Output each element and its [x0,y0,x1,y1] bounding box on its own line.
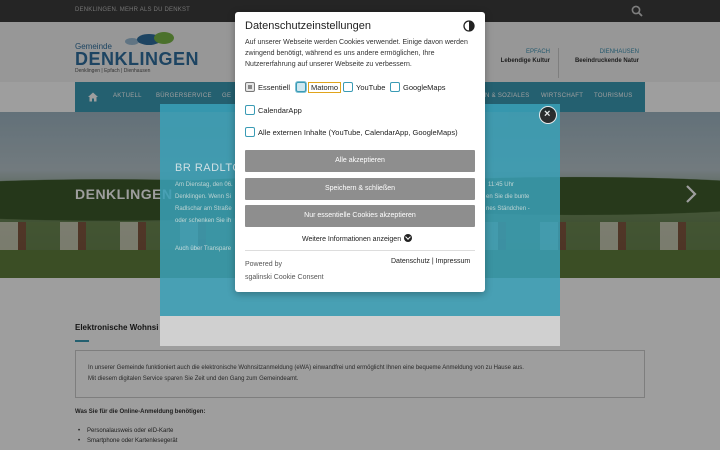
more-info-label: Weitere Informationen anzeigen [302,236,402,243]
news-modal-text: 11:45 Uhr [488,182,514,188]
news-modal-text: nes Ständchen - [486,206,530,212]
divider [245,250,475,251]
checkbox-box[interactable] [245,105,255,115]
checkbox-label[interactable]: YouTube [356,83,385,92]
checkbox-box[interactable] [343,82,353,92]
checkbox-label[interactable]: CalendarApp [258,106,302,115]
close-icon: × [544,108,551,120]
accept-all-button[interactable]: Alle akzeptieren [245,150,475,172]
checkbox-label[interactable]: GoogleMaps [403,83,446,92]
checkbox-box[interactable] [390,82,400,92]
dialog-description: Auf unserer Webseite werden Cookies verw… [245,39,468,68]
contrast-toggle-icon[interactable] [463,20,475,32]
checkbox-box [245,82,255,92]
dialog-title: Datenschutzeinstellungen [245,20,371,32]
more-info-toggle[interactable]: Weitere Informationen anzeigen [302,234,413,243]
checkbox-label[interactable]: Matomo [308,82,342,93]
close-button[interactable]: × [539,106,557,124]
checkbox-label: Essentiell [258,83,291,92]
news-modal-text: Radlschar am Straße [175,206,232,212]
cookie-consent-dialog: Datenschutzeinstellungen Auf unserer Web… [235,12,485,292]
legal-links[interactable]: Datenschutz | Impressum [391,258,470,265]
checkbox-box[interactable] [296,82,306,92]
powered-by-label: Powered by [245,261,282,268]
news-modal-text: Auch über Transpare [175,246,232,252]
powered-by-link[interactable]: sgalinski Cookie Consent [245,271,324,284]
save-close-button[interactable]: Speichern & schließen [245,178,475,200]
checkbox-label[interactable]: Alle externen Inhalte (YouTube, Calendar… [258,128,458,137]
chevron-down-icon [404,234,413,242]
news-modal-text: en Sie die bunte [486,194,530,200]
news-modal-footer [160,316,560,346]
news-modal-text: oder schenken Sie ih [175,218,232,224]
powered-by: Powered by sgalinski Cookie Consent [245,258,324,284]
checkbox-box[interactable] [245,127,255,137]
essential-only-button[interactable]: Nur essentielle Cookies akzeptieren [245,205,475,227]
news-modal-text: Denklingen. Wenn Si [175,194,231,200]
news-modal-text: Am Dienstag, den 06. [175,182,233,188]
